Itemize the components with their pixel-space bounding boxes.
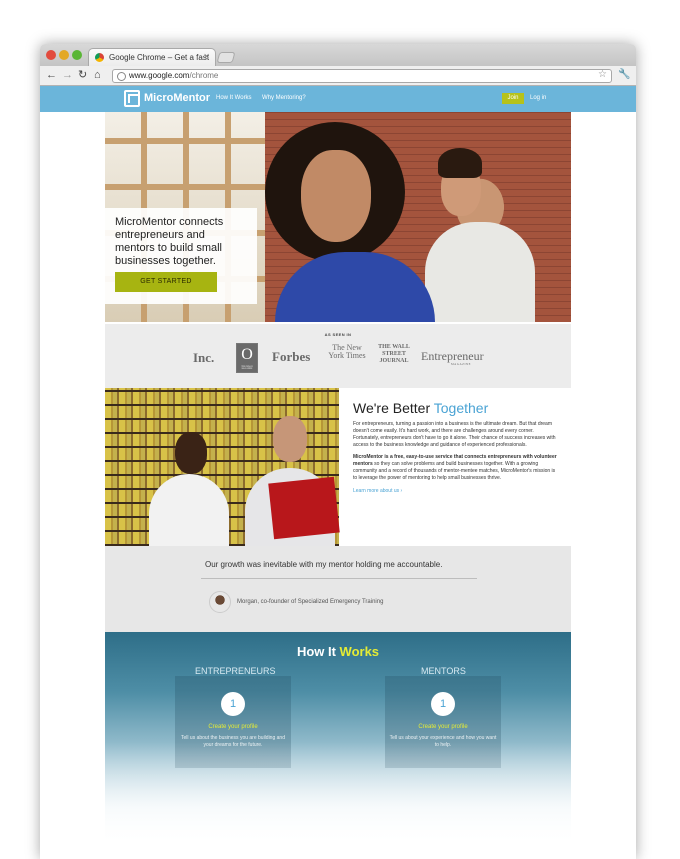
minimize-window-button[interactable] bbox=[59, 50, 69, 60]
hero-card: MicroMentor connects entrepreneurs and m… bbox=[105, 208, 257, 304]
testimonial-divider bbox=[201, 578, 477, 579]
photo-red-clipboard bbox=[268, 476, 340, 540]
entrepreneur-step-number: 1 bbox=[221, 692, 245, 716]
about-title: We're Better Together bbox=[353, 400, 559, 416]
hero-chef-hair bbox=[438, 148, 482, 178]
browser-window: Google Chrome – Get a fast ✕ ← → ↻ ⌂ www… bbox=[40, 44, 636, 859]
bottom-fade-overlay bbox=[105, 742, 571, 859]
page-viewport: MicroMentor How It Works Why Mentoring? … bbox=[40, 86, 636, 859]
how-it-works-title: How It Works bbox=[105, 644, 571, 659]
testimonial: Our growth was inevitable with my mentor… bbox=[105, 546, 571, 632]
about-section: We're Better Together For entrepreneurs,… bbox=[105, 386, 571, 558]
about-paragraph-2-rest: so they can solve problems and build bus… bbox=[353, 461, 556, 481]
join-button[interactable]: Join bbox=[502, 93, 524, 104]
reload-icon[interactable]: ↻ bbox=[78, 68, 87, 83]
star-icon[interactable]: ☆ bbox=[598, 69, 607, 81]
entrepreneurs-label: ENTREPRENEURS bbox=[195, 666, 276, 676]
nav-how-it-works[interactable]: How It Works bbox=[216, 95, 252, 101]
new-tab-button[interactable] bbox=[216, 52, 236, 63]
about-paragraph-2: MicroMentor is a free, easy-to-use servi… bbox=[353, 454, 559, 482]
photo-man-left-head bbox=[175, 432, 207, 474]
avatar bbox=[209, 591, 231, 613]
hero-chef-figure bbox=[425, 222, 535, 322]
chrome-icon bbox=[95, 53, 104, 62]
mentor-step-title: Create your profile bbox=[418, 724, 468, 730]
press-label: AS SEEN IN bbox=[324, 332, 352, 337]
hero-woman-figure bbox=[275, 252, 435, 322]
browser-tab[interactable]: Google Chrome – Get a fast ✕ bbox=[88, 48, 216, 66]
about-title-highlight: Together bbox=[433, 400, 489, 416]
browser-toolbar: ← → ↻ ⌂ www.google.com/chrome ☆ 🔧 bbox=[40, 66, 636, 86]
about-paragraph-1: For entrepreneurs, turning a passion int… bbox=[353, 421, 556, 448]
url-domain: www.google.com bbox=[129, 71, 190, 80]
entrepreneur-step-title: Create your profile bbox=[208, 724, 258, 730]
learn-more-link[interactable]: Learn more about us › bbox=[353, 488, 559, 494]
url-path: /chrome bbox=[189, 71, 219, 80]
globe-icon bbox=[117, 72, 126, 81]
close-window-button[interactable] bbox=[46, 50, 56, 60]
logo-text[interactable]: MicroMentor bbox=[144, 92, 210, 104]
nav-why-mentoring[interactable]: Why Mentoring? bbox=[262, 95, 306, 101]
oprah-o: O bbox=[241, 346, 253, 363]
photo-man-left bbox=[149, 474, 229, 554]
tab-close-icon[interactable]: ✕ bbox=[203, 52, 210, 61]
photo-man-right-head bbox=[273, 416, 307, 462]
tab-strip: Google Chrome – Get a fast ✕ bbox=[40, 44, 636, 66]
press-bar: AS SEEN IN Inc. O THE OPRAH MAGAZINE For… bbox=[105, 322, 571, 386]
mentors-label: MENTORS bbox=[421, 666, 466, 676]
press-logo-forbes: Forbes bbox=[272, 349, 311, 364]
get-started-button[interactable]: GET STARTED bbox=[115, 272, 217, 292]
testimonial-quote: Our growth was inevitable with my mentor… bbox=[205, 560, 443, 569]
testimonial-author: Morgan, co-founder of Specialized Emerge… bbox=[237, 599, 384, 605]
hero-woman-face bbox=[301, 150, 371, 242]
how-title-highlight: Works bbox=[339, 644, 380, 659]
press-logo-nyt: The New York Times bbox=[328, 343, 366, 360]
how-it-works-section: How It Works ENTREPRENEURS MENTORS 1 1 C… bbox=[105, 632, 571, 859]
zoom-window-button[interactable] bbox=[72, 50, 82, 60]
site-header: MicroMentor How It Works Why Mentoring? … bbox=[40, 86, 636, 112]
back-icon[interactable]: ← bbox=[46, 68, 57, 83]
press-logo-oprah: O THE OPRAH MAGAZINE bbox=[236, 343, 258, 373]
entrepreneur-sub: MAGAZINE bbox=[451, 362, 471, 366]
hero-banner: MicroMentor connects entrepreneurs and m… bbox=[105, 112, 571, 322]
forward-icon[interactable]: → bbox=[62, 68, 73, 83]
mentor-step-number: 1 bbox=[431, 692, 455, 716]
tab-title: Google Chrome – Get a fast bbox=[109, 53, 210, 62]
about-text: We're Better Together For entrepreneurs,… bbox=[353, 400, 559, 494]
home-icon[interactable]: ⌂ bbox=[94, 68, 101, 83]
wrench-icon[interactable]: 🔧 bbox=[618, 69, 630, 80]
oprah-sub: THE OPRAH MAGAZINE bbox=[241, 366, 253, 370]
address-bar[interactable]: www.google.com/chrome ☆ bbox=[112, 69, 612, 83]
about-photo bbox=[105, 388, 340, 558]
login-link[interactable]: Log in bbox=[530, 95, 546, 101]
how-title-part1: How It bbox=[296, 644, 340, 659]
hero-title: MicroMentor connects entrepreneurs and m… bbox=[115, 216, 224, 267]
micromentor-logo-icon[interactable] bbox=[124, 90, 140, 107]
press-logo-inc: Inc. bbox=[193, 350, 215, 365]
about-title-part1: We're Better bbox=[353, 400, 434, 416]
press-logo-wsj: THE WALL STREET JOURNAL bbox=[378, 344, 410, 364]
